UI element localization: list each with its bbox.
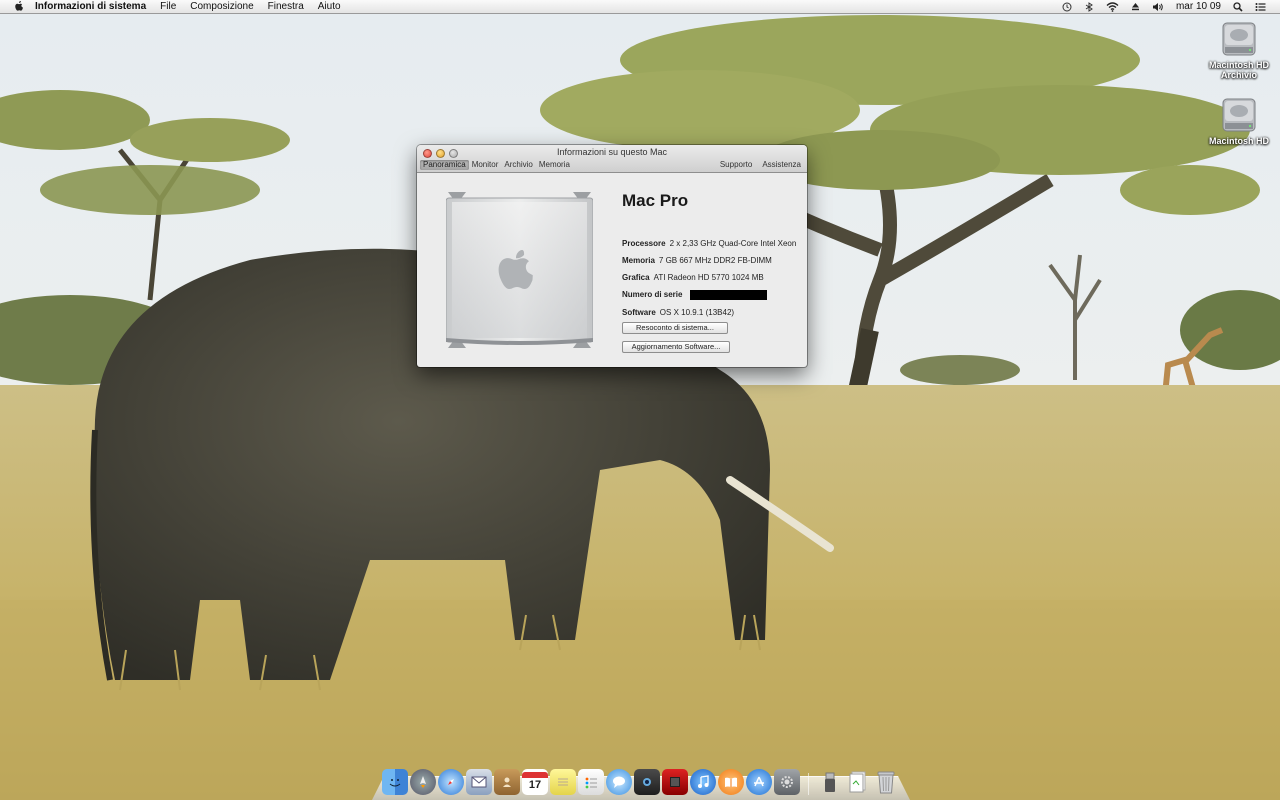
app-store-icon[interactable]: [746, 769, 772, 795]
launchpad-icon[interactable]: [410, 769, 436, 795]
bluetooth-icon[interactable]: [1078, 0, 1100, 14]
spec-memory: Memoria 7 GB 667 MHz DDR2 FB-DIMM: [622, 256, 772, 265]
notes-icon[interactable]: [550, 769, 576, 795]
finder-icon[interactable]: [382, 769, 408, 795]
calendar-day: 17: [528, 779, 542, 791]
link-assistenza[interactable]: Assistenza: [762, 160, 801, 170]
window-title: Informazioni su questo Mac: [556, 147, 668, 157]
mac-pro-image: [445, 192, 594, 348]
spec-label: Processore: [622, 239, 666, 248]
spec-value: ATI Radeon HD 5770 1024 MB: [653, 273, 764, 282]
eject-icon[interactable]: [1125, 0, 1146, 14]
menu-aiuto[interactable]: Aiuto: [311, 0, 348, 14]
tab-archivio[interactable]: Archivio: [501, 160, 535, 170]
system-report-button[interactable]: Resoconto di sistema...: [622, 322, 728, 334]
time-machine-icon[interactable]: [1056, 0, 1078, 14]
about-this-mac-window: Informazioni su questo Mac Panoramica Mo…: [417, 145, 807, 367]
apple-menu-icon[interactable]: [10, 1, 28, 12]
menu-app-name[interactable]: Informazioni di sistema: [28, 0, 153, 14]
desktop-drive-macintosh-hd[interactable]: Macintosh HD: [1204, 96, 1274, 146]
contacts-icon[interactable]: [494, 769, 520, 795]
ibooks-icon[interactable]: [718, 769, 744, 795]
messages-icon[interactable]: [606, 769, 632, 795]
volume-icon[interactable]: [1146, 0, 1170, 14]
hard-drive-icon: [1221, 96, 1257, 134]
calendar-icon[interactable]: 17: [522, 769, 548, 795]
photo-booth-icon[interactable]: [662, 769, 688, 795]
notification-center-icon[interactable]: [1249, 0, 1272, 14]
tab-monitor[interactable]: Monitor: [469, 160, 502, 170]
menu-clock[interactable]: mar 10 09: [1170, 1, 1227, 12]
mail-icon[interactable]: [466, 769, 492, 795]
spec-value: 7 GB 667 MHz DDR2 FB-DIMM: [658, 256, 772, 265]
spec-graphics: Grafica ATI Radeon HD 5770 1024 MB: [622, 273, 764, 282]
link-supporto[interactable]: Supporto: [720, 160, 752, 170]
spotlight-icon[interactable]: [1227, 0, 1249, 14]
menu-finestra[interactable]: Finestra: [261, 0, 311, 14]
model-name: Mac Pro: [622, 191, 689, 210]
desktop-icon-label: Macintosh HD: [1208, 136, 1269, 146]
overview-panel: Mac Pro Processore 2 x 2,33 GHz Quad-Core…: [417, 173, 807, 367]
spec-value: 2 x 2,33 GHz Quad-Core Intel Xeon: [669, 239, 797, 248]
tab-memoria[interactable]: Memoria: [536, 160, 573, 170]
wifi-icon[interactable]: [1100, 0, 1125, 14]
menu-file[interactable]: File: [153, 0, 183, 14]
system-preferences-icon[interactable]: [774, 769, 800, 795]
spec-label: Software: [622, 308, 656, 317]
documents-icon[interactable]: [845, 769, 871, 795]
menu-bar: Informazioni di sistema File Composizion…: [0, 0, 1280, 14]
dock: 17: [382, 765, 899, 795]
itunes-icon[interactable]: [690, 769, 716, 795]
spec-label: Numero di serie: [622, 290, 683, 300]
usb-drive-icon[interactable]: [817, 769, 843, 795]
trash-icon[interactable]: [873, 769, 899, 795]
serial-redacted-block: [690, 290, 768, 300]
reminders-icon[interactable]: [578, 769, 604, 795]
safari-icon[interactable]: [438, 769, 464, 795]
software-update-button[interactable]: Aggiornamento Software...: [622, 341, 730, 353]
spec-software: Software OS X 10.9.1 (13B42): [622, 308, 734, 317]
spec-serial: Numero di serie: [622, 290, 768, 300]
dock-separator: [808, 773, 809, 795]
spec-label: Grafica: [622, 273, 650, 282]
menu-composizione[interactable]: Composizione: [183, 0, 260, 14]
spec-processor: Processore 2 x 2,33 GHz Quad-Core Intel X…: [622, 239, 796, 248]
tab-panoramica[interactable]: Panoramica: [420, 160, 469, 170]
desktop-drive-archivio[interactable]: Macintosh HD Archivio: [1204, 20, 1274, 80]
spec-value: OS X 10.9.1 (13B42): [659, 308, 735, 317]
hard-drive-icon: [1221, 20, 1257, 58]
window-titlebar[interactable]: Informazioni su questo Mac Panoramica Mo…: [417, 145, 807, 173]
facetime-icon[interactable]: [634, 769, 660, 795]
spec-label: Memoria: [622, 256, 655, 265]
desktop-wallpaper: [0, 0, 1280, 800]
desktop-icon-label: Macintosh HD Archivio: [1208, 60, 1269, 80]
